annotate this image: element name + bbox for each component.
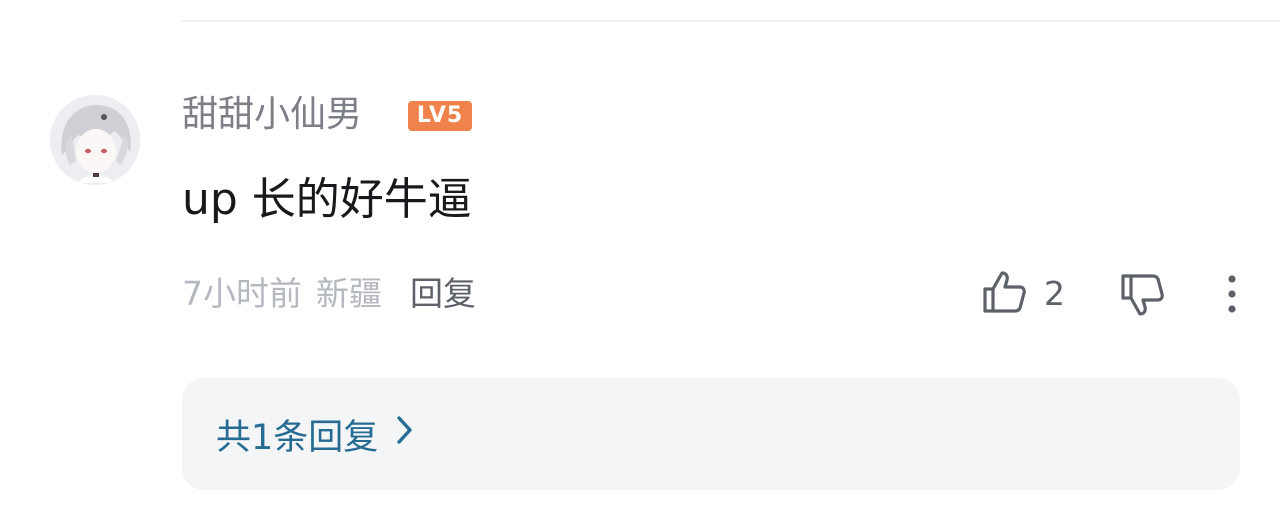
replies-summary: 共1条回复 (216, 417, 379, 458)
comment-text: up 长的好牛逼 (182, 174, 472, 225)
level-badge: LV5 (408, 101, 472, 131)
like-button[interactable]: 2 (980, 268, 1065, 320)
comment-meta: 7小时前 新疆 回复 (182, 272, 476, 316)
view-replies-link[interactable]: 共1条回复 (216, 412, 414, 458)
replies-preview[interactable]: 共1条回复 (182, 378, 1240, 490)
avatar[interactable] (50, 95, 140, 185)
reply-button[interactable]: 回复 (410, 274, 476, 313)
thumbs-down-icon (1118, 274, 1168, 324)
like-count: 2 (1044, 274, 1065, 313)
thumbs-up-icon (980, 267, 1030, 321)
more-button[interactable] (1214, 270, 1250, 318)
comment-thread: 甜甜小仙男 LV5 up 长的好牛逼 7小时前 新疆 回复 2 共1条回复 (0, 0, 1280, 515)
timestamp: 7小时前 (182, 274, 302, 313)
ip-location: 新疆 (316, 274, 382, 313)
more-vertical-icon (1214, 275, 1250, 322)
dislike-button[interactable] (1118, 268, 1168, 320)
divider (182, 20, 1280, 22)
chevron-right-icon (378, 414, 414, 455)
username[interactable]: 甜甜小仙男 (182, 93, 362, 137)
